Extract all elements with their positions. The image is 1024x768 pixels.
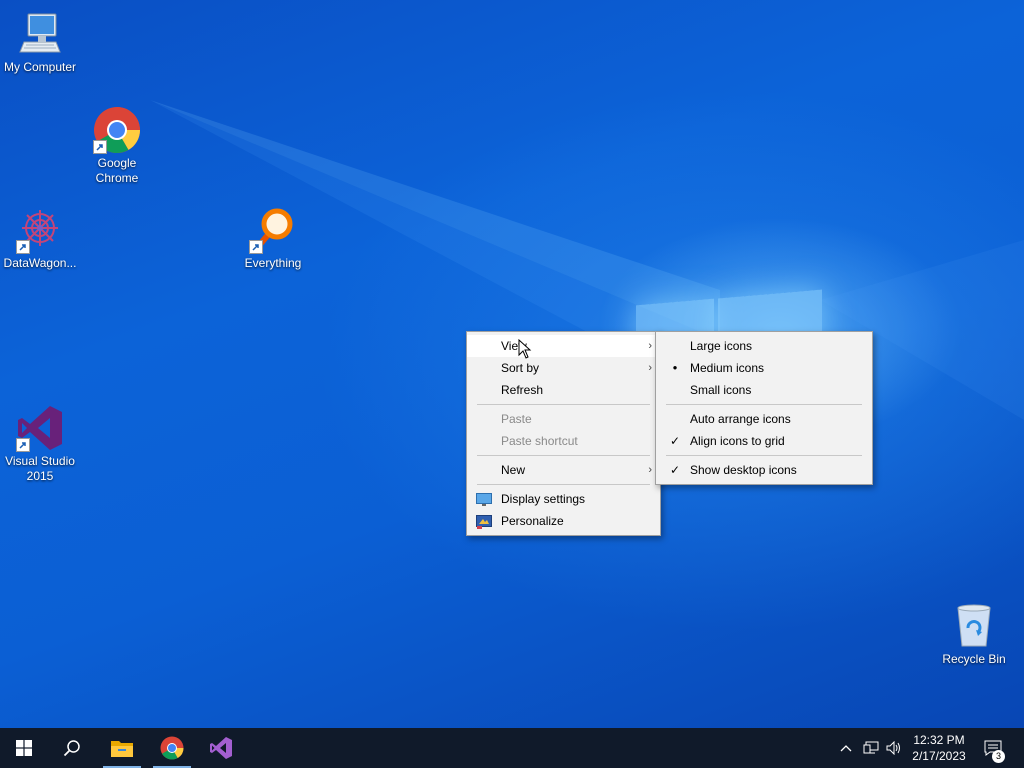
computer-icon <box>16 10 64 58</box>
chrome-icon <box>160 736 184 760</box>
visual-studio-icon <box>210 737 232 759</box>
menu-item-label: New <box>501 463 526 477</box>
taskbar-visual-studio[interactable] <box>198 728 244 768</box>
notification-count-badge: 3 <box>992 750 1005 763</box>
taskbar: 12:32 PM 2/17/2023 <box>0 728 1024 768</box>
datawagon-icon <box>16 206 64 254</box>
visual-studio-icon <box>16 404 64 452</box>
menu-item-label: Show desktop icons <box>690 463 797 477</box>
system-clock[interactable]: 12:32 PM 2/17/2023 <box>900 728 978 768</box>
desktop[interactable]: My Computer Google Chrome DataWagon... E… <box>0 0 1024 728</box>
menu-item-label: Paste <box>501 412 532 426</box>
desktop-icon-label: Recycle Bin <box>942 652 1006 666</box>
shortcut-arrow-icon <box>16 438 30 452</box>
radio-bullet-icon: ● <box>672 363 678 372</box>
menu-item-label: Medium icons <box>690 361 765 375</box>
menu-item-refresh[interactable]: Refresh <box>467 379 660 401</box>
menu-separator <box>666 404 862 405</box>
menu-separator <box>477 455 650 456</box>
menu-item-label: Personalize <box>501 514 564 528</box>
show-hidden-icons-button[interactable] <box>836 728 856 768</box>
taskbar-file-explorer[interactable] <box>99 728 145 768</box>
clock-time: 12:32 PM <box>913 733 965 747</box>
desktop-icon-everything[interactable]: Everything <box>233 206 313 271</box>
taskbar-chrome[interactable] <box>149 728 195 768</box>
menu-item-new[interactable]: New › <box>467 459 660 481</box>
menu-item-display-settings[interactable]: Display settings <box>467 488 660 510</box>
mouse-cursor-icon <box>518 339 532 359</box>
windows-start-icon <box>16 740 32 756</box>
desktop-icon-visual-studio[interactable]: Visual Studio 2015 <box>0 404 80 484</box>
network-button[interactable] <box>860 728 882 768</box>
menu-item-label: Auto arrange icons <box>690 412 791 426</box>
menu-item-label: Display settings <box>501 492 586 506</box>
view-submenu: Large icons ● Medium icons Small icons A… <box>655 331 873 485</box>
checkmark-icon: ✓ <box>669 434 681 448</box>
menu-item-label: Refresh <box>501 383 544 397</box>
desktop-icon-label: Google Chrome <box>95 156 139 185</box>
desktop-icon-label: My Computer <box>3 60 77 74</box>
menu-item-label: Sort by <box>501 361 540 375</box>
menu-separator <box>477 404 650 405</box>
desktop-icon-datawagon[interactable]: DataWagon... <box>0 206 80 271</box>
menu-item-label: Small icons <box>690 383 752 397</box>
desktop-icon-label: Everything <box>244 256 302 270</box>
desktop-icon-label: Visual Studio 2015 <box>5 454 75 483</box>
personalize-icon <box>476 514 492 529</box>
desktop-icon-recycle-bin[interactable]: Recycle Bin <box>934 602 1014 667</box>
menu-item-paste-shortcut: Paste shortcut <box>467 430 660 452</box>
submenu-item-auto-arrange[interactable]: Auto arrange icons <box>656 408 872 430</box>
submenu-item-align-to-grid[interactable]: ✓ Align icons to grid <box>656 430 872 452</box>
menu-item-label: Align icons to grid <box>690 434 785 448</box>
menu-item-label: Paste shortcut <box>501 434 578 448</box>
clock-date: 2/17/2023 <box>912 749 966 763</box>
submenu-item-show-desktop-icons[interactable]: ✓ Show desktop icons <box>656 459 872 481</box>
desktop-context-menu: View › Sort by › Refresh Paste Paste sho… <box>466 331 661 536</box>
chevron-right-icon: › <box>648 464 652 476</box>
display-settings-icon <box>476 492 492 506</box>
shortcut-arrow-icon <box>93 140 107 154</box>
checkmark-icon: ✓ <box>669 463 681 477</box>
desktop-icon-label: DataWagon... <box>3 256 77 270</box>
menu-separator <box>477 484 650 485</box>
desktop-icon-my-computer[interactable]: My Computer <box>0 10 80 75</box>
magnifier-icon <box>249 206 297 254</box>
action-center-button[interactable] <box>980 728 1006 768</box>
submenu-item-medium-icons[interactable]: ● Medium icons <box>656 357 872 379</box>
menu-separator <box>666 455 862 456</box>
chevron-up-icon <box>840 745 852 752</box>
recycle-bin-icon <box>950 602 998 650</box>
menu-item-sort-by[interactable]: Sort by › <box>467 357 660 379</box>
menu-item-label: Large icons <box>690 339 753 353</box>
desktop-icon-google-chrome[interactable]: Google Chrome <box>77 106 157 186</box>
chrome-icon <box>93 106 141 154</box>
network-icon <box>863 741 879 754</box>
menu-item-personalize[interactable]: Personalize <box>467 510 660 532</box>
menu-item-paste: Paste <box>467 408 660 430</box>
start-button[interactable] <box>0 728 48 768</box>
search-button[interactable] <box>48 728 96 768</box>
submenu-item-small-icons[interactable]: Small icons <box>656 379 872 401</box>
chevron-right-icon: › <box>648 340 652 352</box>
menu-item-view[interactable]: View › <box>467 335 660 357</box>
file-explorer-icon <box>111 741 133 757</box>
shortcut-arrow-icon <box>16 240 30 254</box>
search-icon <box>63 740 80 757</box>
submenu-item-large-icons[interactable]: Large icons <box>656 335 872 357</box>
chevron-right-icon: › <box>648 362 652 374</box>
shortcut-arrow-icon <box>249 240 263 254</box>
